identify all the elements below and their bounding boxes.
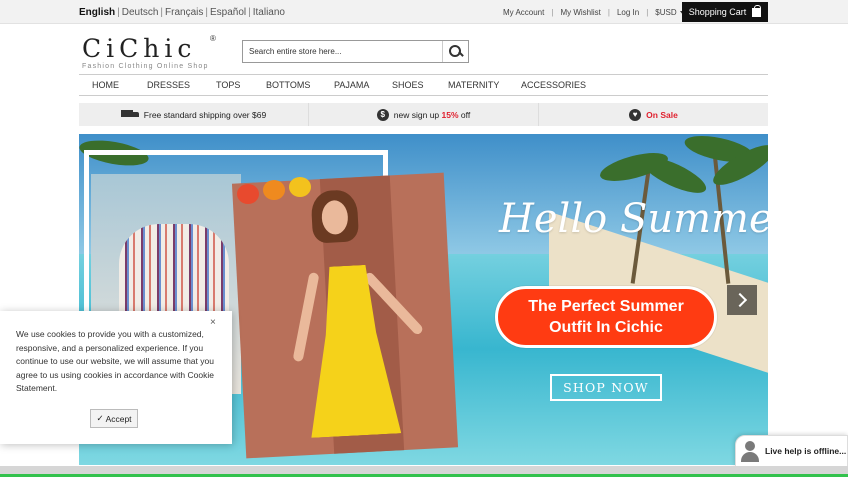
live-help-text: Live help is offline...: [765, 446, 847, 456]
log-in-link[interactable]: Log In: [617, 8, 639, 17]
cookie-consent-popup: × We use cookies to provide you with a c…: [0, 311, 232, 444]
my-wishlist-link[interactable]: My Wishlist: [560, 8, 600, 17]
flower-icon: [237, 184, 259, 204]
link-separator: |: [646, 8, 649, 17]
account-links: My Account | My Wishlist | Log In | $USD: [503, 8, 686, 17]
lang-english[interactable]: English: [79, 7, 115, 18]
chevron-right-icon: [732, 292, 748, 308]
banner-headline-line2: Outfit In Cichic: [549, 319, 663, 336]
on-sale-text: On Sale: [646, 109, 678, 120]
flower-icon: [263, 180, 285, 200]
carousel-next-button[interactable]: [727, 285, 757, 315]
flower-icon: [289, 177, 311, 197]
lang-espanol[interactable]: Español: [210, 7, 246, 18]
lang-francais[interactable]: Français: [165, 7, 203, 18]
check-icon: ✓: [96, 413, 104, 423]
search-button[interactable]: [442, 41, 468, 62]
cart-label: Shopping Cart: [688, 7, 747, 17]
banner-headline-pill: The Perfect Summer Outfit In Cichic: [495, 286, 717, 348]
shopping-cart-button[interactable]: Shopping Cart: [682, 2, 768, 22]
close-icon[interactable]: ×: [210, 317, 216, 328]
cookie-message: We use cookies to provide you with a cus…: [16, 329, 214, 393]
signup-text: new sign up 15% off: [394, 110, 470, 120]
promo-strip: Free standard shipping over $69 $ new si…: [79, 103, 768, 126]
user-icon: [740, 440, 760, 462]
registered-mark: ®: [210, 34, 216, 43]
bottom-bar: [0, 466, 848, 477]
accept-cookies-button[interactable]: ✓ Accept: [90, 409, 138, 428]
free-shipping-text: Free standard shipping over $69: [143, 109, 267, 120]
live-help-widget[interactable]: Live help is offline...: [735, 435, 848, 467]
nav-accessories[interactable]: ACCESSORIES: [521, 80, 586, 90]
language-switcher: English | Deutsch | Français | Español | Italian…: [79, 7, 285, 18]
on-sale-promo[interactable]: ♥ On Sale: [538, 103, 768, 126]
logo-name: CiChic: [82, 34, 197, 63]
link-separator: |: [551, 8, 554, 17]
logo-tagline: Fashion Clothing Online Shop: [82, 63, 209, 70]
free-shipping-promo[interactable]: Free standard shipping over $69: [79, 103, 308, 126]
signup-text-after: off: [458, 109, 471, 120]
search-icon: [448, 44, 463, 59]
model-arm: [292, 271, 320, 363]
heart-icon: ♥: [629, 108, 642, 121]
nav-shoes[interactable]: SHOES: [392, 80, 424, 90]
search-input[interactable]: [249, 44, 435, 59]
shopping-bag-icon: [752, 4, 762, 17]
link-separator: |: [607, 8, 610, 17]
nav-pajama[interactable]: PAJAMA: [334, 80, 369, 90]
my-account-link[interactable]: My Account: [503, 8, 544, 17]
nav-bottoms[interactable]: BOTTOMS: [266, 80, 310, 90]
nav-tops[interactable]: TOPS: [216, 80, 240, 90]
currency-label: $USD: [655, 8, 677, 17]
search-box: [242, 40, 469, 63]
lang-deutsch[interactable]: Deutsch: [122, 7, 159, 18]
signup-text-before: new sign up: [393, 109, 442, 120]
nav-maternity[interactable]: MATERNITY: [448, 80, 499, 90]
banner-script-title: Hello Summer: [499, 196, 768, 242]
top-bar: English | Deutsch | Français | Español | Italian…: [0, 0, 848, 24]
lang-separator: |: [248, 7, 251, 18]
shop-now-button[interactable]: SHOP NOW: [550, 374, 662, 401]
signup-promo[interactable]: $ new sign up 15% off: [308, 103, 538, 126]
accept-label: Accept: [105, 413, 132, 424]
nav-home[interactable]: HOME: [92, 80, 119, 90]
lang-separator: |: [117, 7, 120, 18]
lang-italiano[interactable]: Italiano: [253, 7, 285, 18]
site-logo[interactable]: CiChic ® Fashion Clothing Online Shop: [82, 34, 218, 72]
signup-discount: 15%: [441, 109, 459, 120]
banner-headline-line1: The Perfect Summer: [528, 298, 684, 315]
lang-separator: |: [205, 7, 208, 18]
main-nav: HOME DRESSES TOPS BOTTOMS PAJAMA SHOES M…: [79, 74, 768, 96]
nav-dresses[interactable]: DRESSES: [147, 80, 190, 90]
dollar-icon: $: [376, 108, 389, 121]
model-photo-yellow-dress: [231, 172, 459, 459]
truck-icon: [120, 110, 139, 119]
